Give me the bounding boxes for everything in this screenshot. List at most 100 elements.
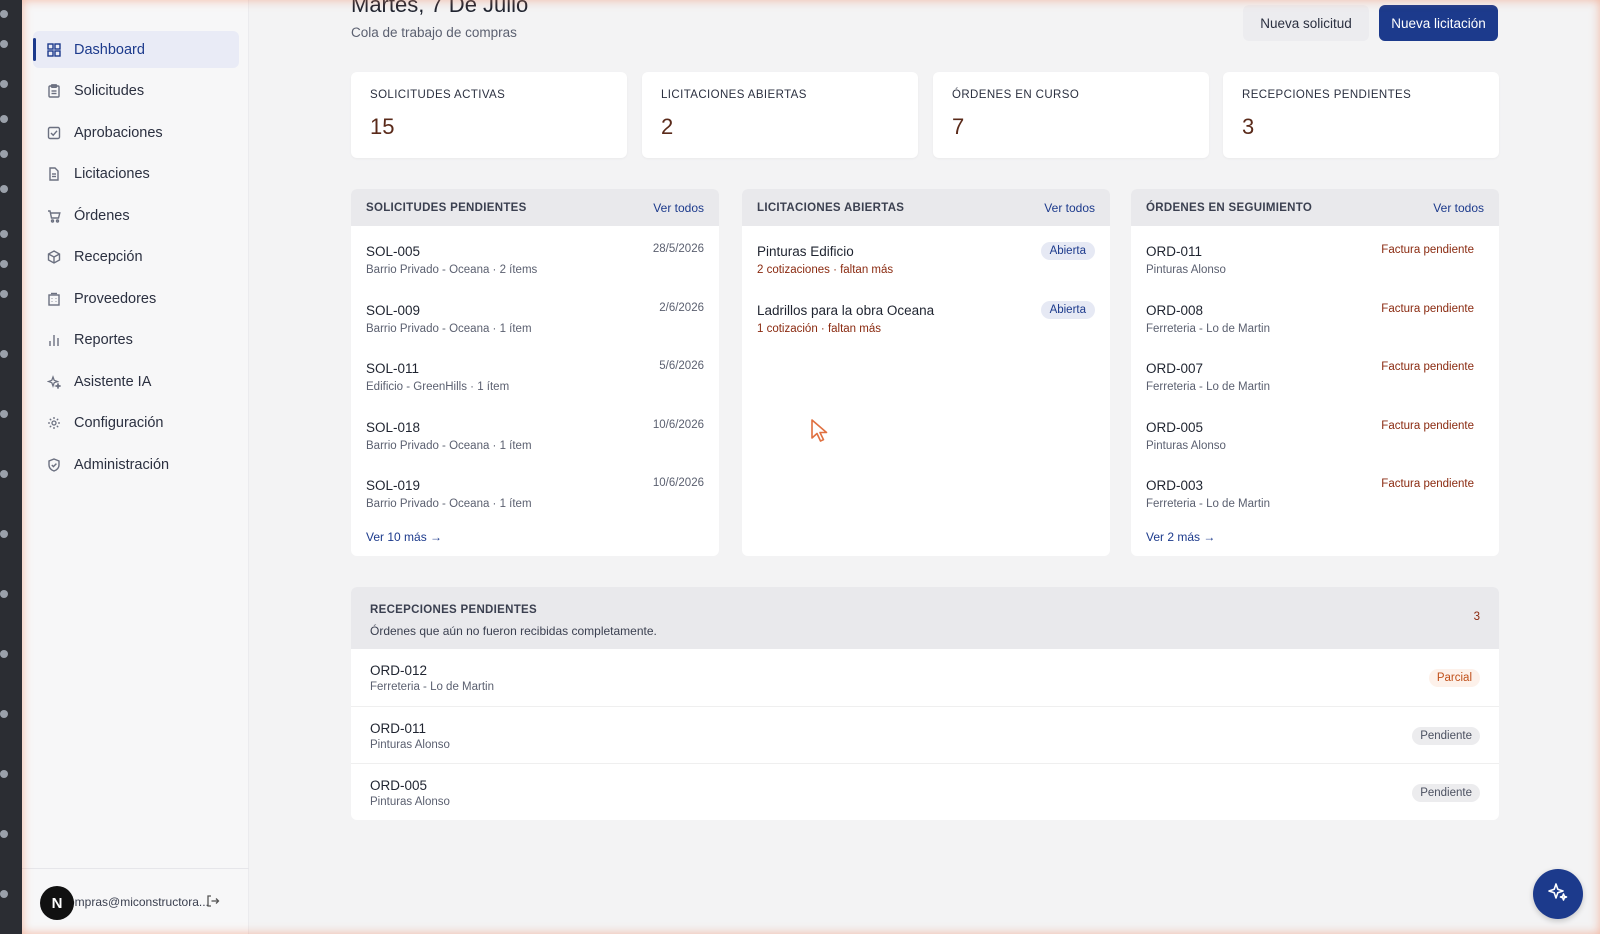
status-badge: Pendiente [1412,784,1480,802]
order-status: Factura pendiente [1381,478,1474,490]
order-id: ORD-007 [1146,361,1204,376]
open-tenders-panel: LICITACIONES ABIERTAS Ver todos Pinturas… [742,189,1110,556]
ai-assistant-button[interactable] [1533,869,1583,919]
panel-title: SOLICITUDES PENDIENTES [366,201,527,214]
sidebar-item-asistente-ia[interactable]: Asistente IA [33,363,239,400]
request-date: 10/6/2026 [652,477,704,489]
order-supplier: Pinturas Alonso [1146,439,1226,452]
sidebar-item-label: Dashboard [74,41,145,58]
sidebar-item-dashboard[interactable]: Dashboard [33,31,239,68]
request-date: 10/6/2026 [652,418,704,431]
sidebar-item-label: Configuración [74,415,164,431]
see-more-link[interactable]: Ver 2 más → [1146,530,1215,544]
new-request-button[interactable]: Nueva solicitud [1243,5,1369,41]
tender-quotes: 2 cotizaciones · faltan más [757,264,894,276]
request-date: 28/5/2026 [652,243,704,255]
order-id: ORD-005 [370,778,428,793]
order-status: Factura pendiente [1381,302,1474,315]
avatar[interactable]: N [40,886,74,920]
sidebar-item-label: Órdenes [74,207,130,224]
order-status: Factura pendiente [1381,361,1474,373]
request-detail: Barrio Privado - Oceana · 1 ítem [366,322,532,335]
view-all-link[interactable]: Ver todos [1433,201,1484,215]
order-status: Factura pendiente [1381,244,1474,256]
stat-card-licitaciones[interactable]: LICITACIONES ABIERTAS 2 [642,72,918,158]
package-icon [46,249,62,265]
list-item[interactable]: Pinturas Edificio 2 cotizaciones · falta… [742,238,1110,297]
list-item[interactable]: SOL-019 Barrio Privado - Oceana · 1 ítem… [351,472,719,531]
stat-label: SOLICITUDES ACTIVAS [370,89,506,101]
order-supplier: Ferreteria - Lo de Martin [1146,322,1270,335]
bar-chart-icon [46,332,62,348]
mouse-cursor-icon [811,419,828,442]
list-item[interactable]: ORD-007 Ferreteria - Lo de Martin Factur… [1131,355,1499,414]
logout-icon[interactable] [206,894,222,910]
list-item[interactable]: ORD-011 Pinturas Alonso Factura pendient… [1131,238,1499,297]
request-detail: Barrio Privado - Oceana · 1 ítem [366,439,532,452]
stat-card-solicitudes[interactable]: SOLICITUDES ACTIVAS 15 [351,72,627,158]
clipboard-icon [46,83,62,99]
status-badge: Abierta [1040,242,1095,260]
sidebar-item-aprobaciones[interactable]: Aprobaciones [33,114,239,151]
list-item[interactable]: SOL-005 Barrio Privado - Oceana · 2 ítem… [351,238,719,297]
pending-receptions-panel: RECEPCIONES PENDIENTES Órdenes que aún n… [351,587,1499,820]
sidebar-item-ordenes[interactable]: Órdenes [33,197,239,234]
stat-label: LICITACIONES ABIERTAS [661,89,807,101]
sidebar-item-label: Reportes [74,332,133,348]
list-item[interactable]: ORD-005 Pinturas Alonso Factura pendient… [1131,414,1499,473]
sidebar-item-label: Proveedores [74,290,157,307]
panel-title: ÓRDENES EN SEGUIMIENTO [1146,201,1313,214]
sidebar-item-proveedores[interactable]: Proveedores [33,280,239,317]
page-title: Martes, 7 De Julio [351,0,529,17]
sidebar-item-configuracion[interactable]: Configuración [33,405,239,442]
see-more-link[interactable]: Ver 10 más → [366,530,442,544]
order-id: ORD-003 [1146,478,1204,493]
sidebar-item-label: Licitaciones [74,166,150,182]
stat-label: RECEPCIONES PENDIENTES [1242,89,1412,101]
list-item[interactable]: SOL-018 Barrio Privado - Oceana · 1 ítem… [351,414,719,473]
file-icon [46,166,62,182]
sidebar-item-administracion[interactable]: Administración [33,446,239,483]
sidebar-item-recepcion[interactable]: Recepción [33,239,239,276]
request-id: SOL-005 [366,244,421,259]
sidebar-item-licitaciones[interactable]: Licitaciones [33,156,239,193]
list-item[interactable]: ORD-008 Ferreteria - Lo de Martin Factur… [1131,297,1499,356]
list-item[interactable]: SOL-009 Barrio Privado - Oceana · 1 ítem… [351,297,719,356]
grid-icon [46,42,62,58]
request-detail: Barrio Privado - Oceana · 2 ítems [366,264,538,276]
panel-header: SOLICITUDES PENDIENTES Ver todos [351,189,719,226]
tender-name: Pinturas Edificio [757,244,854,259]
user-email: compras@miconstructora... [62,895,209,909]
list-item[interactable]: SOL-011 Edificio - GreenHills · 1 ítem 5… [351,355,719,414]
sidebar-item-label: Recepción [74,249,143,265]
new-tender-button[interactable]: Nueva licitación [1379,5,1498,41]
table-row[interactable]: ORD-005 Pinturas Alonso Pendiente [351,764,1499,820]
list-item[interactable]: Ladrillos para la obra Oceana 1 cotizaci… [742,297,1110,356]
sidebar-nav: Dashboard Solicitudes Aprobaciones Licit… [33,31,239,488]
view-all-link[interactable]: Ver todos [653,201,704,215]
request-date: 5/6/2026 [659,360,704,372]
os-dock [0,0,22,934]
table-row[interactable]: ORD-012 Ferreteria - Lo de Martin Parcia… [351,649,1499,707]
list-item[interactable]: ORD-003 Ferreteria - Lo de Martin Factur… [1131,472,1499,531]
page-subtitle: Cola de trabajo de compras [351,25,517,40]
sidebar-footer: compras@miconstructora... N [22,868,249,934]
stat-value: 3 [1242,114,1255,139]
view-all-link[interactable]: Ver todos [1044,201,1095,215]
request-id: SOL-018 [366,419,421,435]
gear-icon [46,415,62,431]
table-row[interactable]: ORD-011 Pinturas Alonso Pendiente [351,707,1499,764]
order-id: ORD-011 [1146,244,1203,259]
order-id: ORD-012 [370,663,428,678]
panel-subtitle: Órdenes que aún no fueron recibidas comp… [370,624,657,638]
stat-card-recepciones[interactable]: RECEPCIONES PENDIENTES 3 [1223,72,1499,158]
order-supplier: Pinturas Alonso [370,738,450,751]
status-badge: Pendiente [1412,726,1480,745]
order-supplier: Pinturas Alonso [1146,264,1226,276]
stat-card-ordenes[interactable]: ÓRDENES EN CURSO 7 [933,72,1209,158]
panel-header: LICITACIONES ABIERTAS Ver todos [742,189,1110,226]
sidebar-item-solicitudes[interactable]: Solicitudes [33,73,239,110]
sidebar-item-reportes[interactable]: Reportes [33,322,239,359]
order-supplier: Ferreteria - Lo de Martin [1146,381,1270,393]
sidebar-item-label: Administración [74,456,170,473]
